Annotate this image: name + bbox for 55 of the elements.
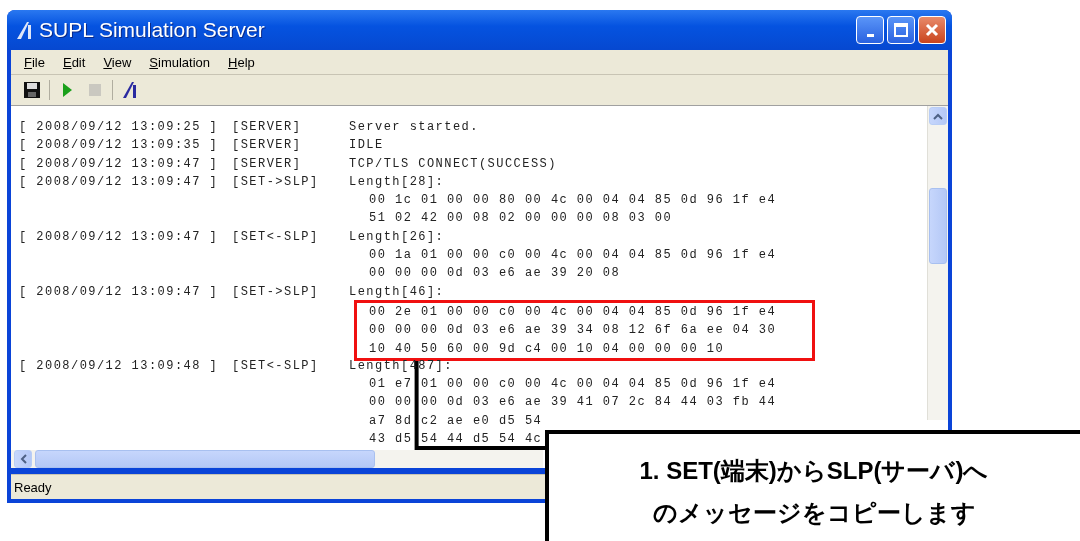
- minimize-icon: [866, 33, 874, 37]
- log-source: [SET<-SLP]: [232, 228, 320, 246]
- maximize-button[interactable]: [887, 16, 915, 44]
- log-message: TCP/TLS CONNECT(SUCCESS): [349, 155, 558, 173]
- log-timestamp: [ 2008/09/12 13:09:47 ]: [19, 173, 220, 191]
- log-timestamp: [ 2008/09/12 13:09:48 ]: [19, 357, 220, 375]
- hex-data: 00 1a 01 00 00 c0 00 4c 00 04 04 85 0d 96 1f e4: [369, 247, 777, 265]
- callout-text: 1. SET(端末)からSLP(サーバ)へ のメッセージをコピーします: [638, 456, 990, 528]
- log-timestamp: [ 2008/09/12 13:09:47 ]: [19, 228, 220, 246]
- chevron-left-icon: [19, 454, 27, 464]
- maximize-icon: [894, 23, 908, 37]
- log-message: Length[26]:: [349, 228, 446, 246]
- scroll-left-button[interactable]: [14, 450, 32, 468]
- log-message: Length[28]:: [349, 173, 446, 191]
- scroll-thumb[interactable]: [929, 188, 947, 264]
- hex-data: a7 8d c2 ae e0 d5 54: [369, 412, 544, 430]
- log-source: [SERVER]: [232, 119, 303, 136]
- hex-data: 00 2e 01 00 00 c0 00 4c 00 04 04 85 0d 96 1f e4: [369, 303, 778, 321]
- close-icon: [925, 23, 939, 37]
- vertical-scrollbar[interactable]: [927, 106, 948, 420]
- log-source: [SERVER]: [232, 137, 303, 155]
- scroll-up-button[interactable]: [929, 107, 947, 125]
- menu-item[interactable]: Simulation: [140, 54, 220, 70]
- log-source: [SET<-SLP]: [232, 357, 320, 375]
- log-timestamp: [ 2008/09/12 13:09:35 ]: [19, 137, 220, 155]
- scroll-thumb[interactable]: [35, 450, 375, 468]
- hex-data: 00 00 00 0d 03 e6 ae 39 41 07 2c 84 44 03 fb 44: [369, 394, 777, 412]
- log-timestamp: [ 2008/09/12 13:09:25 ]: [19, 119, 220, 136]
- close-button[interactable]: [918, 16, 946, 44]
- menu-item[interactable]: Help: [219, 54, 264, 70]
- log-source: [SET->SLP]: [232, 283, 320, 301]
- log-message: Length[46]:: [349, 283, 446, 301]
- log-timestamp: [ 2008/09/12 13:09:47 ]: [19, 283, 220, 301]
- minimize-button[interactable]: [856, 16, 884, 44]
- menu-item[interactable]: File: [15, 54, 54, 70]
- hex-data: 51 02 42 00 08 02 00 00 00 08 03 00: [369, 210, 674, 228]
- log-message: IDLE: [349, 137, 385, 155]
- hex-data: 10 40 50 60 00 9d c4 00 10 04 00 00 00 10: [369, 340, 726, 358]
- hex-data: 43 d5 54 44 d5 54 4c: [369, 431, 544, 449]
- window-title: SUPL Simulation Server: [39, 18, 266, 42]
- hex-data: 00 00 00 0d 03 e6 ae 39 34 08 12 6f 6a ee 04 30: [369, 322, 778, 340]
- hex-data: 00 1c 01 00 00 80 00 4c 00 04 04 85 0d 96 1f e4: [369, 192, 777, 210]
- log-source: [SERVER]: [232, 155, 303, 173]
- save-icon: [21, 79, 43, 101]
- menu-item[interactable]: View: [94, 54, 141, 70]
- log-source: [SET->SLP]: [232, 173, 320, 191]
- chevron-up-icon: [933, 112, 943, 120]
- save-button[interactable]: [21, 79, 43, 101]
- hex-data: 01 e7 01 00 00 c0 00 4c 00 04 04 85 0d 96 1f e4: [369, 376, 777, 394]
- log-message: Server started.: [349, 119, 480, 136]
- status-text: Ready: [14, 479, 52, 495]
- horizontal-scrollbar[interactable]: [11, 450, 543, 468]
- menu-item[interactable]: Edit: [53, 54, 95, 70]
- log-timestamp: [ 2008/09/12 13:09:47 ]: [19, 155, 220, 173]
- hex-data: 00 00 00 0d 03 e6 ae 39 20 08: [369, 265, 622, 283]
